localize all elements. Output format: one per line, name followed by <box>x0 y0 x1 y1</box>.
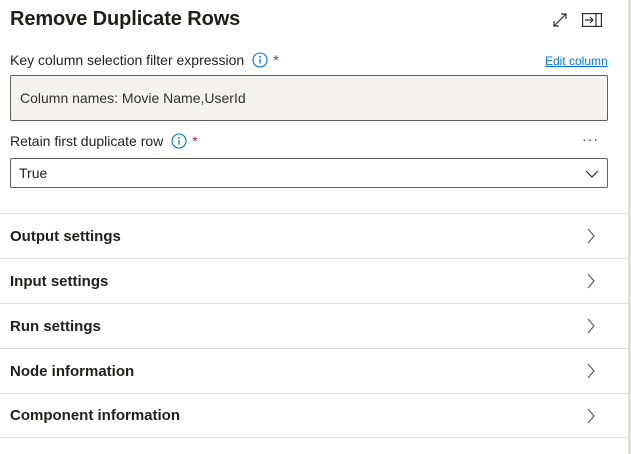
chevron-right-icon <box>586 228 596 249</box>
dropdown-selected-value: True <box>19 165 48 181</box>
key-column-label: Key column selection filter expression * <box>10 52 279 68</box>
properties-panel: Remove Duplicate Rows Key column selecti… <box>0 0 628 454</box>
section-label: Input settings <box>10 272 109 290</box>
dock-panel-icon[interactable] <box>581 9 603 31</box>
chevron-down-icon <box>585 167 599 183</box>
panel-title: Remove Duplicate Rows <box>10 8 241 30</box>
retain-first-label: Retain first duplicate row * <box>10 133 198 149</box>
chevron-right-icon <box>586 273 596 294</box>
retain-first-dropdown[interactable]: True <box>10 158 608 188</box>
section-label: Output settings <box>10 227 121 245</box>
section-node-information[interactable]: Node information <box>0 348 628 393</box>
section-label: Run settings <box>10 317 101 335</box>
required-indicator: * <box>273 52 279 68</box>
section-label: Node information <box>10 362 135 380</box>
expand-icon[interactable] <box>549 9 571 31</box>
key-column-label-text: Key column selection filter expression <box>10 52 245 68</box>
chevron-right-icon <box>586 408 596 429</box>
edit-column-link[interactable]: Edit column <box>545 54 608 68</box>
info-icon[interactable] <box>252 52 268 68</box>
section-input-settings[interactable]: Input settings <box>0 258 628 303</box>
info-icon[interactable] <box>171 133 187 149</box>
chevron-right-icon <box>586 318 596 339</box>
section-run-settings[interactable]: Run settings <box>0 303 628 348</box>
retain-first-label-text: Retain first duplicate row <box>10 133 164 149</box>
section-label: Component information <box>10 407 180 424</box>
section-output-settings[interactable]: Output settings <box>0 213 628 258</box>
required-indicator: * <box>192 133 198 149</box>
chevron-right-icon <box>586 363 596 384</box>
section-component-information[interactable]: Component information <box>0 393 628 438</box>
more-options-button[interactable]: ··· <box>582 131 599 147</box>
key-column-value: Column names: Movie Name,UserId <box>20 90 246 106</box>
key-column-value-box[interactable]: Column names: Movie Name,UserId <box>10 75 608 121</box>
